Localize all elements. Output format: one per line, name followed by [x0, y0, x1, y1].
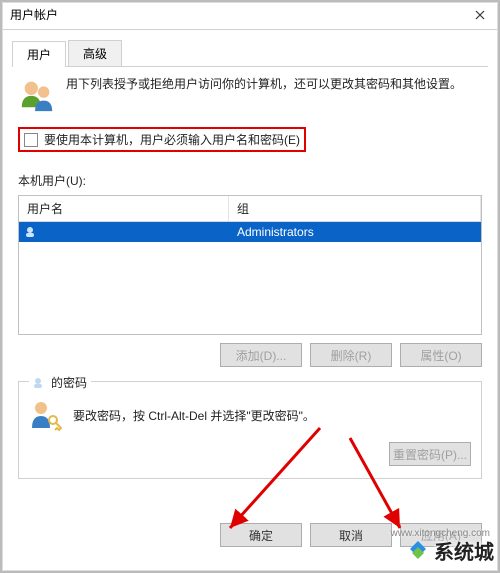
title-bar: 用户帐户 — [0, 0, 500, 30]
tab-user[interactable]: 用户 — [12, 41, 66, 67]
user-list-caption: 本机用户(U): — [18, 172, 482, 189]
watermark: 系统城 — [406, 536, 494, 565]
user-icon — [25, 226, 39, 238]
password-hint-row: 要改密码，按 Ctrl-Alt-Del 并选择"更改密码"。 — [29, 398, 471, 432]
ok-button-label: 确定 — [249, 527, 273, 544]
password-hint-text: 要改密码，按 Ctrl-Alt-Del 并选择"更改密码"。 — [73, 407, 315, 424]
require-password-row: 要使用本计算机，用户必须输入用户名和密码(E) — [18, 127, 306, 152]
cancel-button-label: 取消 — [339, 527, 363, 544]
window-title: 用户帐户 — [10, 6, 58, 23]
require-password-label: 要使用本计算机，用户必须输入用户名和密码(E) — [44, 131, 300, 148]
add-button-label: 添加(D)... — [236, 347, 287, 364]
password-button-row: 重置密码(P)... — [29, 442, 471, 466]
intro-text: 用下列表授予或拒绝用户访问你的计算机，还可以更改其密码和其他设置。 — [66, 75, 462, 93]
tab-user-label: 用户 — [27, 48, 51, 62]
close-icon — [475, 10, 485, 20]
col-username[interactable]: 用户名 — [19, 196, 229, 221]
tab-body: 用下列表授予或拒绝用户访问你的计算机，还可以更改其密码和其他设置。 要使用本计算… — [0, 67, 500, 487]
delete-button-label: 删除(R) — [331, 347, 372, 364]
user-icon — [33, 377, 47, 389]
tab-advanced-label: 高级 — [83, 47, 107, 61]
cancel-button[interactable]: 取消 — [310, 523, 392, 547]
reset-password-label: 重置密码(P)... — [393, 446, 467, 463]
password-group: 的密码 要改密码，按 Ctrl-Alt-Del 并选择"更改密码"。 重置密码(… — [18, 381, 482, 479]
require-password-checkbox[interactable] — [24, 133, 38, 147]
watermark-logo-icon — [406, 539, 430, 563]
col-group[interactable]: 组 — [229, 196, 481, 221]
properties-button-label: 属性(O) — [420, 347, 461, 364]
users-icon — [18, 75, 56, 113]
reset-password-button[interactable]: 重置密码(P)... — [389, 442, 471, 466]
watermark-text: 系统城 — [434, 536, 494, 565]
user-table: 用户名 组 Administrators — [18, 195, 482, 335]
tab-advanced[interactable]: 高级 — [68, 40, 122, 66]
properties-button[interactable]: 属性(O) — [400, 343, 482, 367]
key-user-icon — [29, 398, 63, 432]
ok-button[interactable]: 确定 — [220, 523, 302, 547]
user-button-row: 添加(D)... 删除(R) 属性(O) — [18, 343, 482, 367]
delete-button[interactable]: 删除(R) — [310, 343, 392, 367]
cell-username — [19, 226, 229, 238]
table-row[interactable]: Administrators — [19, 222, 481, 242]
password-legend: 的密码 — [29, 374, 91, 391]
intro-row: 用下列表授予或拒绝用户访问你的计算机，还可以更改其密码和其他设置。 — [18, 75, 482, 113]
close-button[interactable] — [460, 0, 500, 30]
add-button[interactable]: 添加(D)... — [220, 343, 302, 367]
user-table-header: 用户名 组 — [19, 196, 481, 222]
cell-group: Administrators — [229, 225, 481, 239]
tab-bar: 用户 高级 — [12, 40, 488, 67]
password-legend-text: 的密码 — [51, 374, 87, 391]
